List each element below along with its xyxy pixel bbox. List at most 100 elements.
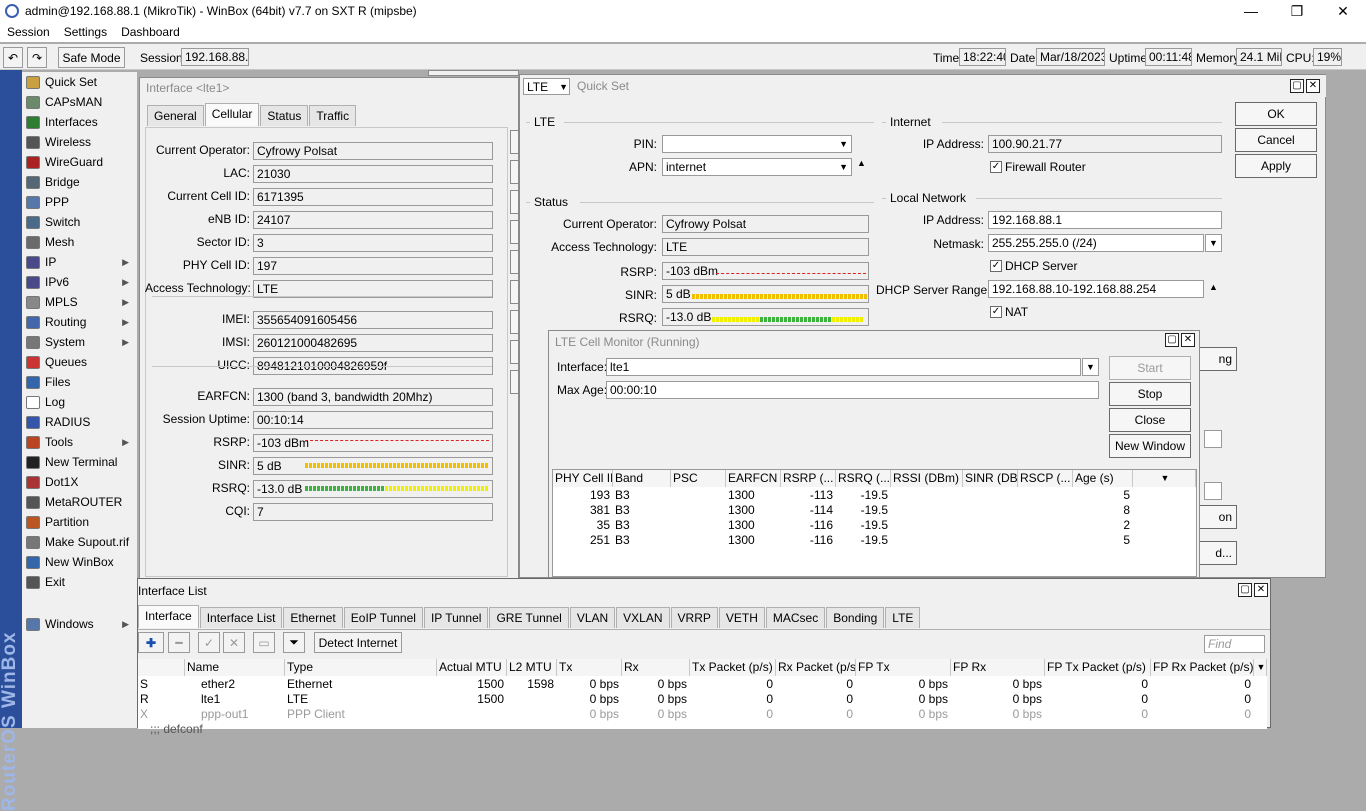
start-button[interactable]: Start (1109, 356, 1191, 380)
column-header[interactable]: L2 MTU (507, 659, 557, 676)
sidebar-item-quick-set[interactable]: Quick Set (22, 72, 137, 92)
column-header[interactable]: Actual MTU (437, 659, 507, 676)
enable-icon[interactable]: ✓ (198, 632, 220, 653)
sidebar-item-new-terminal[interactable]: New Terminal (22, 452, 137, 472)
column-header[interactable]: Rx (622, 659, 690, 676)
tab-traffic[interactable]: Traffic (309, 105, 357, 126)
dhcp-range-input[interactable]: 192.168.88.10-192.168.88.254 (988, 280, 1204, 298)
sidebar-item-make-supout-rif[interactable]: Make Supout.rif (22, 532, 137, 552)
column-header[interactable]: SINR (DB) (963, 470, 1018, 487)
quickset-mode-select[interactable]: LTE ▼ (523, 78, 570, 95)
tab-macsec[interactable]: MACsec (765, 607, 826, 628)
sidebar-item-exit[interactable]: Exit (22, 572, 137, 592)
column-header[interactable]: PHY Cell ID (553, 470, 613, 487)
column-header[interactable]: Rx Packet (p/s) (776, 659, 856, 676)
safe-mode-button[interactable]: Safe Mode (58, 47, 125, 68)
column-header[interactable]: PSC (671, 470, 726, 487)
column-header[interactable]: Band (613, 470, 671, 487)
tab-ethernet[interactable]: Ethernet (283, 607, 343, 628)
column-header[interactable]: Tx Packet (p/s) (690, 659, 776, 676)
sidebar-item-mesh[interactable]: Mesh (22, 232, 137, 252)
lan-ip-input[interactable]: 192.168.88.1 (988, 211, 1222, 229)
cm-maxage-input[interactable]: 00:00:10 (606, 381, 1099, 399)
sidebar-item-switch[interactable]: Switch (22, 212, 137, 232)
tab-ip-tunnel[interactable]: IP Tunnel (423, 607, 489, 628)
column-header[interactable]: RSRP (... (781, 470, 836, 487)
column-header[interactable]: FP Rx (951, 659, 1045, 676)
column-header[interactable]: Type (285, 659, 437, 676)
sidebar-item-ppp[interactable]: PPP (22, 192, 137, 212)
tab-interface[interactable]: Interface (138, 605, 199, 628)
cm-interface-select[interactable]: lte1 (606, 358, 1081, 376)
column-header[interactable]: Tx (557, 659, 622, 676)
sidebar-item-log[interactable]: Log (22, 392, 137, 412)
tab-interface-list[interactable]: Interface List (199, 607, 283, 628)
netmask-select[interactable]: 255.255.255.0 (/24) (988, 234, 1204, 252)
sidebar-item-bridge[interactable]: Bridge (22, 172, 137, 192)
tab-vrrp[interactable]: VRRP (670, 607, 718, 628)
sidebar-item-interfaces[interactable]: Interfaces (22, 112, 137, 132)
maximize-icon[interactable]: ▢ (1165, 333, 1179, 347)
sidebar-item-new-winbox[interactable]: New WinBox (22, 552, 137, 572)
close-button[interactable]: ✕ (1320, 0, 1366, 22)
menu-settings[interactable]: Settings (57, 25, 114, 39)
close-button[interactable]: Close (1109, 408, 1191, 432)
maximize-icon[interactable]: ▢ (1290, 79, 1304, 93)
sidebar-item-wireless[interactable]: Wireless (22, 132, 137, 152)
column-header[interactable]: FP Tx (856, 659, 951, 676)
sidebar-item-wireguard[interactable]: WireGuard (22, 152, 137, 172)
menu-dashboard[interactable]: Dashboard (114, 25, 187, 39)
remove-icon[interactable]: ━ (168, 632, 190, 653)
nat-checkbox[interactable]: ✓ (990, 306, 1002, 318)
disable-icon[interactable]: ✕ (223, 632, 245, 653)
minimize-button[interactable]: — (1228, 0, 1274, 22)
stop-button[interactable]: Stop (1109, 382, 1191, 406)
apn-input[interactable]: internet ▼ (662, 158, 852, 176)
undo-button[interactable]: ↶ (3, 47, 23, 68)
sidebar-item-ip[interactable]: IP ▶ (22, 252, 137, 272)
tab-gre-tunnel[interactable]: GRE Tunnel (489, 607, 569, 628)
tab-vlan[interactable]: VLAN (569, 607, 616, 628)
tab-status[interactable]: Status (260, 105, 309, 126)
tab-vxlan[interactable]: VXLAN (616, 607, 670, 628)
close-icon[interactable]: ✕ (1306, 79, 1320, 93)
apply-button[interactable]: Apply (1235, 154, 1317, 178)
close-icon[interactable]: ✕ (1181, 333, 1195, 347)
filter-icon[interactable]: ⏷ (283, 632, 305, 653)
column-header[interactable]: RSCP (... (1018, 470, 1073, 487)
comment-icon[interactable]: ▭ (253, 632, 275, 653)
sidebar-item-dot1x[interactable]: Dot1X (22, 472, 137, 492)
sidebar-item-mpls[interactable]: MPLS ▶ (22, 292, 137, 312)
sidebar-item-radius[interactable]: RADIUS (22, 412, 137, 432)
column-header[interactable]: Age (s) (1073, 470, 1133, 487)
dhcp-server-checkbox[interactable]: ✓ (990, 260, 1002, 272)
column-header[interactable]: Name (185, 659, 285, 676)
firewall-router-checkbox[interactable]: ✓ (990, 161, 1002, 173)
cancel-button[interactable]: Cancel (1235, 128, 1317, 152)
column-header[interactable]: EARFCN (726, 470, 781, 487)
column-header[interactable]: RSRQ (... (836, 470, 891, 487)
sidebar-item-windows[interactable]: Windows ▶ (22, 614, 137, 634)
tab-lte[interactable]: LTE (885, 607, 921, 628)
collapse-arrow-icon[interactable]: ▲ (857, 158, 866, 168)
dropdown-arrow-icon[interactable]: ▼ (1082, 358, 1099, 376)
tab-veth[interactable]: VETH (718, 607, 765, 628)
dropdown-arrow-icon[interactable]: ▼ (1205, 234, 1222, 252)
sidebar-item-metarouter[interactable]: MetaROUTER (22, 492, 137, 512)
ok-button[interactable]: OK (1235, 102, 1317, 126)
sidebar-item-partition[interactable]: Partition (22, 512, 137, 532)
find-input[interactable]: Find (1204, 635, 1265, 653)
column-header[interactable]: RSSI (DBm) (891, 470, 963, 487)
tab-cellular[interactable]: Cellular (204, 103, 260, 126)
redo-button[interactable]: ↷ (27, 47, 47, 68)
column-menu-icon[interactable]: ▼ (1133, 470, 1196, 487)
tab-eoip-tunnel[interactable]: EoIP Tunnel (343, 607, 423, 628)
tab-general[interactable]: General (147, 105, 204, 126)
collapse-arrow-icon[interactable]: ▲ (1209, 282, 1218, 292)
sidebar-item-system[interactable]: System ▶ (22, 332, 137, 352)
add-icon[interactable]: ✚ (138, 632, 164, 653)
sidebar-item-routing[interactable]: Routing ▶ (22, 312, 137, 332)
menu-session[interactable]: Session (0, 25, 57, 39)
sidebar-item-queues[interactable]: Queues (22, 352, 137, 372)
column-header[interactable] (138, 659, 185, 676)
